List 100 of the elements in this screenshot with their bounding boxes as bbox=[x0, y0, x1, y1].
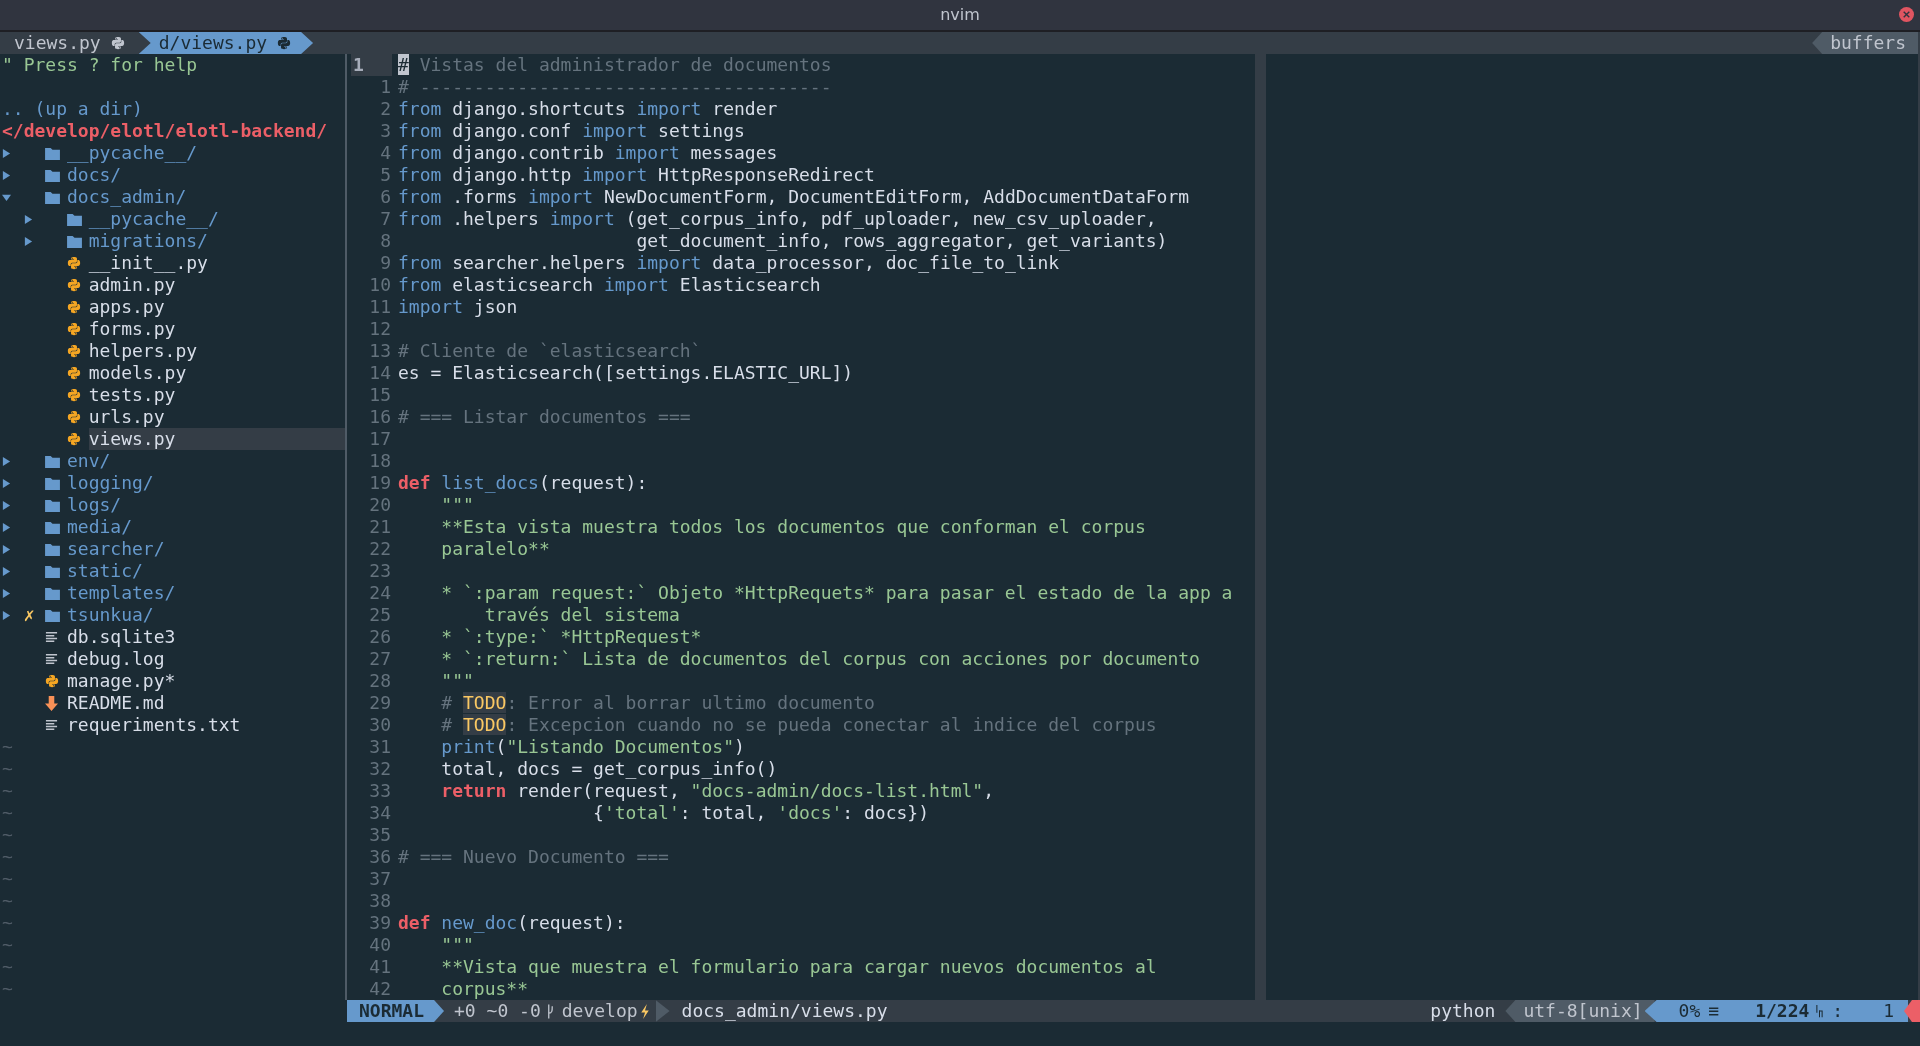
caret-right-icon[interactable] bbox=[2, 566, 11, 576]
buffers-label: buffers bbox=[1812, 32, 1918, 54]
tree-item[interactable]: models.py bbox=[88, 362, 345, 384]
caret-right-icon[interactable] bbox=[2, 588, 11, 598]
python-icon bbox=[67, 388, 81, 402]
caret-right-icon[interactable] bbox=[2, 478, 11, 488]
tree-item[interactable]: static/ bbox=[67, 560, 345, 582]
folder-icon bbox=[45, 498, 61, 512]
caret-right-icon[interactable] bbox=[2, 148, 11, 158]
down-arrow-icon bbox=[45, 695, 59, 711]
tree-item[interactable]: forms.py bbox=[88, 318, 345, 340]
line-number: 20 bbox=[368, 494, 392, 516]
code-line: from .helpers import (get_corpus_info, pdf_uploader, new_csv_uploader, bbox=[398, 208, 1157, 230]
empty-line-marker: ~ bbox=[2, 934, 13, 956]
tree-item[interactable]: searcher/ bbox=[67, 538, 345, 560]
tree-item[interactable]: logs/ bbox=[67, 494, 345, 516]
code-line: * `:return:` Lista de documentos del corpus con acciones por documento bbox=[440, 648, 1200, 670]
line-number: 5 bbox=[379, 164, 392, 186]
code-line: # TODO: Excepcion cuando no se pueda conectar al indice del corpus bbox=[440, 714, 1157, 736]
close-button[interactable] bbox=[1899, 7, 1914, 22]
line-number: 1 bbox=[351, 54, 392, 76]
caret-right-icon[interactable] bbox=[2, 544, 11, 554]
up-dir-link[interactable]: .. (up a dir) bbox=[2, 98, 345, 120]
folder-icon bbox=[45, 586, 61, 600]
tree-item[interactable]: __pycache__/ bbox=[67, 142, 345, 164]
code-line: corpus** bbox=[440, 978, 529, 1000]
python-icon bbox=[67, 344, 81, 358]
code-line: return render(request, "docs-admin/docs-list.html", bbox=[440, 780, 995, 802]
line-number: 1 bbox=[379, 76, 392, 98]
code-line: paralelo** bbox=[440, 538, 550, 560]
folder-icon bbox=[67, 234, 82, 248]
tree-item[interactable]: apps.py bbox=[88, 296, 345, 318]
tree-item[interactable]: manage.py* bbox=[67, 670, 345, 692]
tree-item[interactable]: migrations/ bbox=[88, 230, 345, 252]
caret-down-icon[interactable] bbox=[2, 192, 11, 202]
text-file-icon bbox=[45, 718, 59, 732]
tree-item[interactable]: tests.py bbox=[88, 384, 345, 406]
code-line: """ bbox=[440, 670, 474, 692]
tree-item[interactable]: README.md bbox=[67, 692, 345, 714]
line-number: 42 bbox=[368, 978, 392, 1000]
caret-right-icon[interactable] bbox=[2, 610, 11, 620]
tree-item[interactable]: templates/ bbox=[67, 582, 345, 604]
root-path: </develop/elotl/elotl-backend/ bbox=[2, 120, 329, 142]
tree-item[interactable]: db.sqlite3 bbox=[67, 626, 345, 648]
line-number: 4 bbox=[379, 142, 392, 164]
empty-line-marker: ~ bbox=[2, 890, 13, 912]
empty-line-marker: ~ bbox=[2, 846, 13, 868]
code-line: from django.http import HttpResponseRedirect bbox=[398, 164, 875, 186]
tree-item[interactable]: requeriments.txt bbox=[67, 714, 345, 736]
line-number: 14 bbox=[368, 362, 392, 384]
caret-right-icon[interactable] bbox=[23, 236, 33, 246]
line-number: 10 bbox=[368, 274, 392, 296]
code-line: total, docs = get_corpus_info() bbox=[440, 758, 778, 780]
line-number: 31 bbox=[368, 736, 392, 758]
tree-item[interactable]: __pycache__/ bbox=[88, 208, 345, 230]
caret-right-icon[interactable] bbox=[2, 522, 11, 532]
tree-item[interactable]: helpers.py bbox=[88, 340, 345, 362]
line-number: 3 bbox=[379, 120, 392, 142]
python-icon bbox=[67, 300, 81, 314]
line-number: 12 bbox=[368, 318, 392, 340]
line-number: 41 bbox=[368, 956, 392, 978]
tree-item[interactable]: __init__.py bbox=[88, 252, 345, 274]
tab[interactable]: views.py bbox=[2, 32, 139, 54]
folder-icon bbox=[45, 190, 61, 204]
tree-item[interactable]: logging/ bbox=[67, 472, 345, 494]
python-icon bbox=[277, 36, 292, 50]
tree-item[interactable]: views.py bbox=[88, 428, 345, 450]
caret-right-icon[interactable] bbox=[2, 170, 11, 180]
line-number: 15 bbox=[368, 384, 392, 406]
code-line: **Vista que muestra el formulario para cargar nuevos documentos al bbox=[440, 956, 1157, 978]
caret-right-icon[interactable] bbox=[23, 214, 33, 224]
tree-item[interactable]: env/ bbox=[67, 450, 345, 472]
line-number: 9 bbox=[379, 252, 392, 274]
code-line: from django.shortcuts import render bbox=[398, 98, 778, 120]
tree-item[interactable]: urls.py bbox=[88, 406, 345, 428]
line-number: 11 bbox=[368, 296, 392, 318]
tree-item[interactable]: media/ bbox=[67, 516, 345, 538]
line-number: 30 bbox=[368, 714, 392, 736]
git-hunks: +0 ~0 -0 bbox=[454, 1000, 541, 1022]
tree-item[interactable]: docs_admin/ bbox=[67, 186, 345, 208]
tree-item[interactable]: docs/ bbox=[67, 164, 345, 186]
line-number: 6 bbox=[379, 186, 392, 208]
code-line: {'total': total, 'docs': docs}) bbox=[592, 802, 930, 824]
caret-right-icon[interactable] bbox=[2, 500, 11, 510]
line-number: 16 bbox=[368, 406, 392, 428]
tree-item[interactable]: tsunkua/ bbox=[67, 604, 345, 626]
caret-right-icon[interactable] bbox=[2, 456, 11, 466]
tree-item[interactable]: admin.py bbox=[88, 274, 345, 296]
tab[interactable]: d/views.py bbox=[138, 32, 314, 54]
folder-icon bbox=[45, 564, 61, 578]
code-line: from django.contrib import messages bbox=[398, 142, 778, 164]
python-icon bbox=[67, 410, 81, 424]
code-line: través del sistema bbox=[483, 604, 680, 626]
line-number: 8 bbox=[379, 230, 392, 252]
line-number: 38 bbox=[368, 890, 392, 912]
cursor-position: 1/224 bbox=[1755, 1000, 1810, 1022]
tree-item[interactable]: debug.log bbox=[67, 648, 345, 670]
python-icon bbox=[67, 256, 81, 270]
code-line: def list_docs(request): bbox=[398, 472, 648, 494]
file-type: python bbox=[1430, 1000, 1496, 1022]
